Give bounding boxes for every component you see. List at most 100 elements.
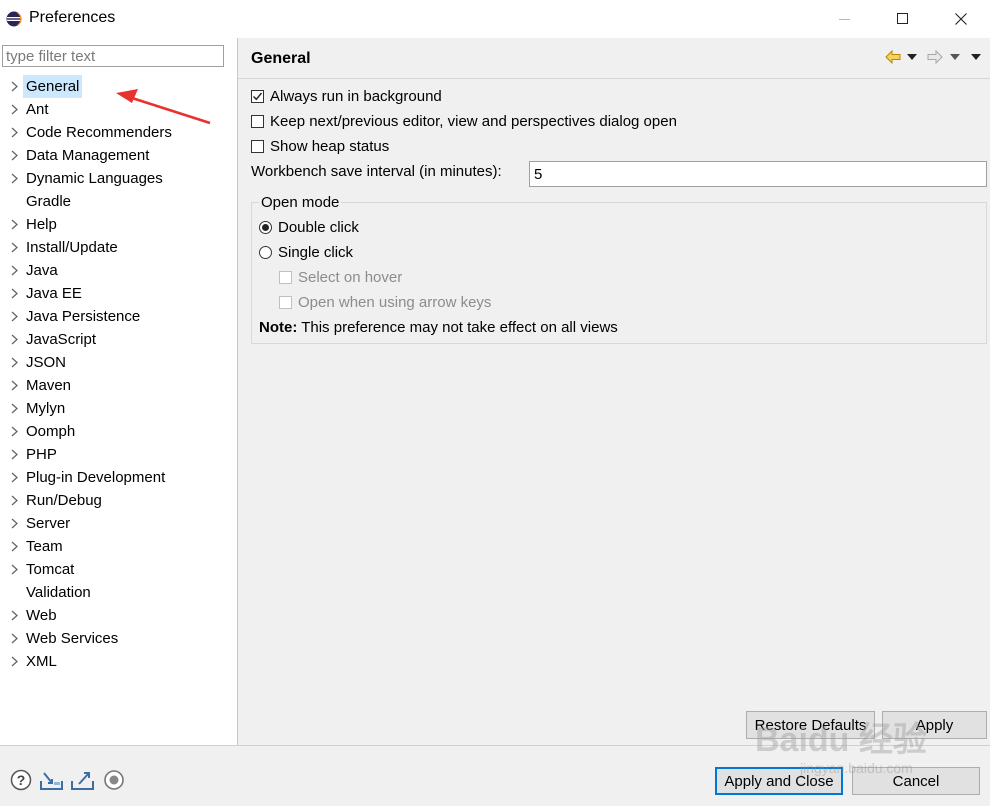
chevron-right-icon[interactable] xyxy=(8,558,20,581)
show-heap-status-checkbox[interactable]: Show heap status xyxy=(251,135,389,157)
tree-item[interactable]: Maven xyxy=(0,374,236,397)
checkbox-label: Always run in background xyxy=(270,87,442,105)
view-menu-icon xyxy=(971,54,981,60)
filter-input[interactable] xyxy=(2,45,224,67)
export-button[interactable] xyxy=(71,768,95,792)
tree-item[interactable]: JavaScript xyxy=(0,328,236,351)
back-menu-button[interactable] xyxy=(907,48,917,66)
help-icon: ? xyxy=(10,769,32,791)
checkbox-label: Select on hover xyxy=(298,268,403,286)
import-button[interactable] xyxy=(40,768,64,792)
note-text: This preference may not take effect on a… xyxy=(297,318,618,336)
chevron-right-icon[interactable] xyxy=(8,144,20,167)
tree-item-label: Team xyxy=(26,538,63,555)
chevron-right-icon[interactable] xyxy=(8,305,20,328)
back-button[interactable] xyxy=(885,48,901,66)
tree-item[interactable]: Server xyxy=(0,512,236,535)
restore-defaults-button[interactable]: Restore Defaults xyxy=(746,711,875,739)
radio-selected-dot xyxy=(262,223,269,231)
save-interval-label: Workbench save interval (in minutes): xyxy=(251,163,502,180)
tree-item[interactable]: Run/Debug xyxy=(0,489,236,512)
chevron-right-icon[interactable] xyxy=(8,443,20,466)
tree-item-label: Validation xyxy=(26,584,91,601)
export-icon xyxy=(71,772,94,790)
chevron-right-icon[interactable] xyxy=(8,328,20,351)
page-header: General xyxy=(238,38,990,79)
chevron-right-icon[interactable] xyxy=(8,466,20,489)
tree-item[interactable]: Mylyn xyxy=(0,397,236,420)
tree-item[interactable]: Validation xyxy=(0,581,236,604)
tree-item[interactable]: Web Services xyxy=(0,627,236,650)
tree-item[interactable]: Team xyxy=(0,535,236,558)
tree-item[interactable]: Help xyxy=(0,213,236,236)
tree-item-label: Gradle xyxy=(26,193,72,210)
chevron-right-icon[interactable] xyxy=(8,650,20,673)
tree-item[interactable]: Data Management xyxy=(0,144,236,167)
open-mode-title: Open mode xyxy=(259,194,342,211)
chevron-right-icon[interactable] xyxy=(8,535,20,558)
double-click-radio[interactable]: Double click xyxy=(259,216,359,238)
radio-label: Single click xyxy=(278,243,354,261)
tree-item[interactable]: XML xyxy=(0,650,236,673)
view-menu-button[interactable] xyxy=(971,48,981,66)
checkbox-box xyxy=(279,295,292,309)
tree-item[interactable]: PHP xyxy=(0,443,236,466)
checkbox-box[interactable] xyxy=(251,139,264,153)
tree-item[interactable]: Oomph xyxy=(0,420,236,443)
tree-item[interactable]: Dynamic Languages xyxy=(0,167,236,190)
tree-item[interactable]: Web xyxy=(0,604,236,627)
chevron-right-icon[interactable] xyxy=(8,397,20,420)
chevron-right-icon[interactable] xyxy=(8,604,20,627)
radio-button[interactable] xyxy=(259,220,272,234)
chevron-right-icon[interactable] xyxy=(8,121,20,144)
tree-item-label: Data Management xyxy=(26,147,150,164)
tree-item[interactable]: JSON xyxy=(0,351,236,374)
tree-item-label: Install/Update xyxy=(26,239,118,256)
radio-button[interactable] xyxy=(259,245,272,259)
close-button[interactable] xyxy=(932,0,990,38)
forward-menu-button[interactable] xyxy=(950,48,960,66)
single-click-radio[interactable]: Single click xyxy=(259,241,353,263)
chevron-right-icon[interactable] xyxy=(8,75,20,98)
tree-item-label: JSON xyxy=(26,354,67,371)
chevron-right-icon[interactable] xyxy=(8,282,20,305)
checkbox-box[interactable] xyxy=(251,114,264,128)
cancel-button[interactable]: Cancel xyxy=(852,767,980,795)
record-button[interactable] xyxy=(102,768,126,792)
tree-item[interactable]: Java xyxy=(0,259,236,282)
tree-item-label: XML xyxy=(26,653,57,670)
apply-and-close-button[interactable]: Apply and Close xyxy=(715,767,843,795)
minimize-button[interactable] xyxy=(816,0,874,38)
tree-item[interactable]: Java Persistence xyxy=(0,305,236,328)
chevron-right-icon[interactable] xyxy=(8,489,20,512)
forward-button[interactable] xyxy=(927,48,943,66)
chevron-right-icon[interactable] xyxy=(8,167,20,190)
checkbox-box[interactable] xyxy=(251,89,264,103)
chevron-right-icon[interactable] xyxy=(8,512,20,535)
tree-item[interactable]: Gradle xyxy=(0,190,236,213)
eclipse-icon xyxy=(6,11,22,27)
tree-item-label: Maven xyxy=(26,377,72,394)
tree-item-label: General xyxy=(23,75,83,98)
chevron-right-icon[interactable] xyxy=(8,236,20,259)
minimize-icon xyxy=(839,19,850,20)
tree-item[interactable]: Install/Update xyxy=(0,236,236,259)
tree-item[interactable]: Tomcat xyxy=(0,558,236,581)
chevron-right-icon[interactable] xyxy=(8,420,20,443)
always-run-background-checkbox[interactable]: Always run in background xyxy=(251,85,442,107)
tree-item[interactable]: Java EE xyxy=(0,282,236,305)
save-interval-input[interactable] xyxy=(529,161,987,187)
chevron-right-icon[interactable] xyxy=(8,351,20,374)
chevron-right-icon[interactable] xyxy=(8,213,20,236)
tree-item-label: Ant xyxy=(26,101,49,118)
checkmark-icon xyxy=(253,92,263,100)
chevron-right-icon[interactable] xyxy=(8,627,20,650)
chevron-right-icon[interactable] xyxy=(8,259,20,282)
keep-dialog-open-checkbox[interactable]: Keep next/previous editor, view and pers… xyxy=(251,110,677,132)
chevron-right-icon[interactable] xyxy=(8,374,20,397)
apply-button[interactable]: Apply xyxy=(882,711,987,739)
help-button[interactable]: ? xyxy=(9,768,33,792)
chevron-right-icon[interactable] xyxy=(8,98,20,121)
tree-item[interactable]: Plug-in Development xyxy=(0,466,236,489)
maximize-button[interactable] xyxy=(874,0,932,38)
